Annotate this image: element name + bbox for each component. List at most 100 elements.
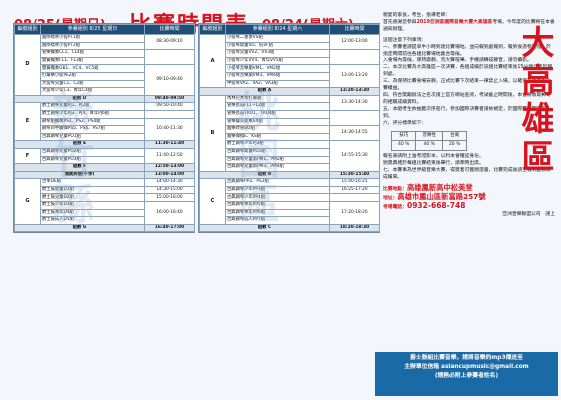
table-row: 國樂吹管BO組 14:30-14:55 [200, 125, 380, 142]
break-time: 13:20-13:30 [329, 87, 380, 96]
signature: 亞洲音樂聯盟公司 謹上 [502, 211, 555, 217]
category-cell: 國樂彈撥E、KS組 [225, 132, 330, 142]
category-cell: 管樂獨奏CL1、CL4組 [40, 49, 145, 58]
notice-intro-red: 2019亞洲區國際音樂大賽大高雄區 [416, 19, 493, 25]
footer-line1: 爵士鼓組比賽音樂，請將音樂的mp3傳送至 [410, 355, 523, 361]
category-cell: 大提琴兒童C1、C2組 [40, 79, 145, 89]
category-cell: 小提琴少年VV4、青年VV5組 [225, 56, 330, 66]
group-code: E [14, 102, 41, 142]
category-cell: 爵士鼓少年D3組 [40, 201, 145, 210]
group-code: D [14, 34, 41, 96]
break-time: 16:40-17:00 [144, 223, 195, 233]
category-cell: 鋼琴組獨奏PS1、PS2、PS4組 [40, 117, 145, 127]
footer-banner: 爵士鼓組比賽音樂，請將音樂的mp3傳送至 主辦單位信箱 asiancupmusi… [375, 352, 558, 396]
table-row: E 爵士鋼琴兒童PJ1、PJ2組 09:50-10:40 [14, 102, 195, 142]
category-cell: 小提琴幼童VD、低VF組 [225, 41, 330, 51]
schedule-panel-saturday: 編號組別 參賽組別 8/24 星期六 比賽時間 A 小提琴二重奏VS組 12:00-13:… [198, 23, 380, 234]
address-prefix: 地址： [383, 195, 398, 201]
break-time: 12:50-13:00 [144, 163, 195, 172]
table-row: 爵士鋼琴少年PJ3、PJ4、青年PJ6組 [15, 109, 195, 119]
table-row: D 國際標準小提PT1組 08:30-09:10 [14, 33, 195, 96]
category-cell: 管樂長笛TRU1、TRU4組 [225, 109, 330, 119]
table-row: 古典鋼琴少年PP4組 [200, 193, 380, 203]
category-cell: 雙簧獨奏OB1、VC4、VC5組 [40, 64, 145, 73]
column-header: 編號組別 [14, 24, 41, 35]
break-label: 組數 B [199, 170, 330, 180]
table-row: 鋼琴組獨奏PS1、PS2、PS4組 10:40-11:30 [15, 117, 195, 142]
time-cell [329, 109, 380, 127]
time-cell [144, 109, 195, 119]
category-cell: 爵士鼓幼童D1組 [40, 185, 145, 195]
table-row: A 小提琴二重奏VS組 12:00-13:00 [199, 33, 380, 89]
break-label: 組數 C [199, 223, 330, 233]
break-label: 組數 A [199, 87, 330, 96]
score-header: 台風 [441, 130, 468, 142]
phone-number: 0932-668-748 [407, 200, 466, 210]
table-row: 管樂長笛TRU1、TRU4組 [200, 109, 380, 127]
category-cell: 爵士鼓兒童D2組 [40, 193, 145, 203]
category-cell: 小提琴兒童VV2、VV3組 [225, 49, 330, 58]
time-cell: 09:10-09:40 [144, 64, 195, 96]
venue-name: 高雄鳳新高中松美堂 [407, 182, 473, 192]
break-label: 組數 E [14, 140, 145, 149]
time-cell: 08:30-09:10 [144, 33, 195, 51]
time-cell [144, 49, 195, 66]
table-row: 爵士鼓兒童D2組 15:00-16:00 [15, 193, 195, 203]
group-code: G [14, 178, 41, 225]
time-cell: 14:30-15:00 [144, 185, 195, 195]
time-cell: 16:00-16:40 [144, 201, 195, 225]
category-cell: 古典鋼琴兒童第PM1、PM2組 [225, 155, 330, 165]
region-label: 大高雄區 [521, 23, 555, 176]
time-cell: 11:40-12:50 [144, 147, 195, 165]
address-text: 高雄市鳳山區新富路257號 [397, 191, 486, 201]
score-header: 音樂性 [415, 130, 443, 142]
time-cell [329, 49, 380, 66]
phone-prefix: 考場電話： [383, 204, 407, 210]
table-row: C 古典鋼琴PP2、PS1組 15:40-16:25 [199, 178, 380, 225]
score-value: 40 % [415, 140, 443, 152]
time-cell: 14:00-14:30 [144, 178, 195, 187]
time-cell: 13:00-13:20 [329, 64, 380, 89]
category-cell: 大提琴少年C3、青年C4組 [40, 87, 145, 96]
category-cell: 古典鋼琴PP2、PS1組 [225, 178, 330, 187]
category-cell: 古典鋼琴兒童第PM3、PM4組 [225, 163, 330, 172]
category-cell: 古典鋼琴兒童PO3組 [40, 155, 145, 165]
table-row: 爵士鼓幼童D1組 14:30-15:00 [15, 185, 195, 195]
table-row: F 古典鋼琴兒童PO2組 11:40-12:50 [14, 147, 195, 165]
time-cell: 12:00-13:00 [329, 33, 380, 51]
time-cell: 16:25-17:20 [329, 185, 380, 195]
table-row: 雙簧獨奏OB1、VC4、VC5組 09:10-09:40 [15, 64, 195, 96]
category-cell: 古典鋼琴兒童PO2組 [40, 147, 145, 157]
time-cell: 14:30-14:55 [329, 125, 380, 142]
time-cell: 10:40-11:30 [144, 117, 195, 142]
category-cell: 鋼琴四手聯彈PS5、PS6、PS7組 [40, 125, 145, 134]
table-row: 古典鋼琴青年PP5組 17:20-18:20 [200, 201, 380, 225]
break-time: 13:00-14:00 [144, 170, 195, 180]
schedule-table-saturday: 編號組別 參賽組別 8/24 星期六 比賽時間 A 小提琴二重奏VS組 12:00-13:… [199, 24, 380, 233]
time-cell: 15:40-16:25 [329, 178, 380, 187]
category-cell: 古典鋼琴成人PP7組 [225, 216, 330, 225]
break-label: 組數 F [14, 163, 145, 172]
break-label: 組數 G [14, 223, 145, 233]
group-code: A [199, 33, 226, 89]
category-cell: 小提琴音樂劇VM1、VM2組 [225, 64, 330, 73]
column-header: 編號組別 [199, 24, 226, 35]
time-cell: 17:20-18:20 [329, 201, 380, 225]
category-cell: 管樂長笛FL1-FL2組 [225, 102, 330, 111]
category-cell: 爵士鼓成人D5組 [40, 216, 145, 225]
score-value: 20 % [441, 140, 468, 152]
category-cell: 國樂吹管BO組 [225, 125, 330, 134]
contact-block: 比賽地點：高雄鳳新高中松美堂 地址：高雄市鳳山區新富路257號 考場電話：093… [383, 182, 555, 219]
break-label: 頒獎典禮(午休) [14, 170, 145, 180]
category-cell: 古典鋼琴少年PP3組 [225, 185, 330, 195]
column-header: 比賽時間 [144, 24, 195, 35]
category-cell: 小提琴二重奏VS組 [225, 34, 330, 43]
schedule-table-sunday: 編號組別 參賽組別 8/25 星期日 比賽時間 D 國際標準小提PT1組 08:30-09… [14, 24, 195, 233]
phone-line: 考場電話：0932-668-748 [383, 200, 555, 212]
time-cell: 14:55-15:30 [329, 140, 380, 172]
category-cell: 馬林巴木琴打擊組 [225, 94, 330, 104]
category-cell: 中提琴VA1、VA2、VA3組 [225, 79, 330, 89]
column-header: 比賽時間 [329, 24, 380, 35]
category-cell: 爵士鋼琴少年PJ3、PJ4、青年PJ6組 [40, 109, 145, 119]
table-row: G 古筝OE組 14:00-14:30 [14, 178, 195, 225]
